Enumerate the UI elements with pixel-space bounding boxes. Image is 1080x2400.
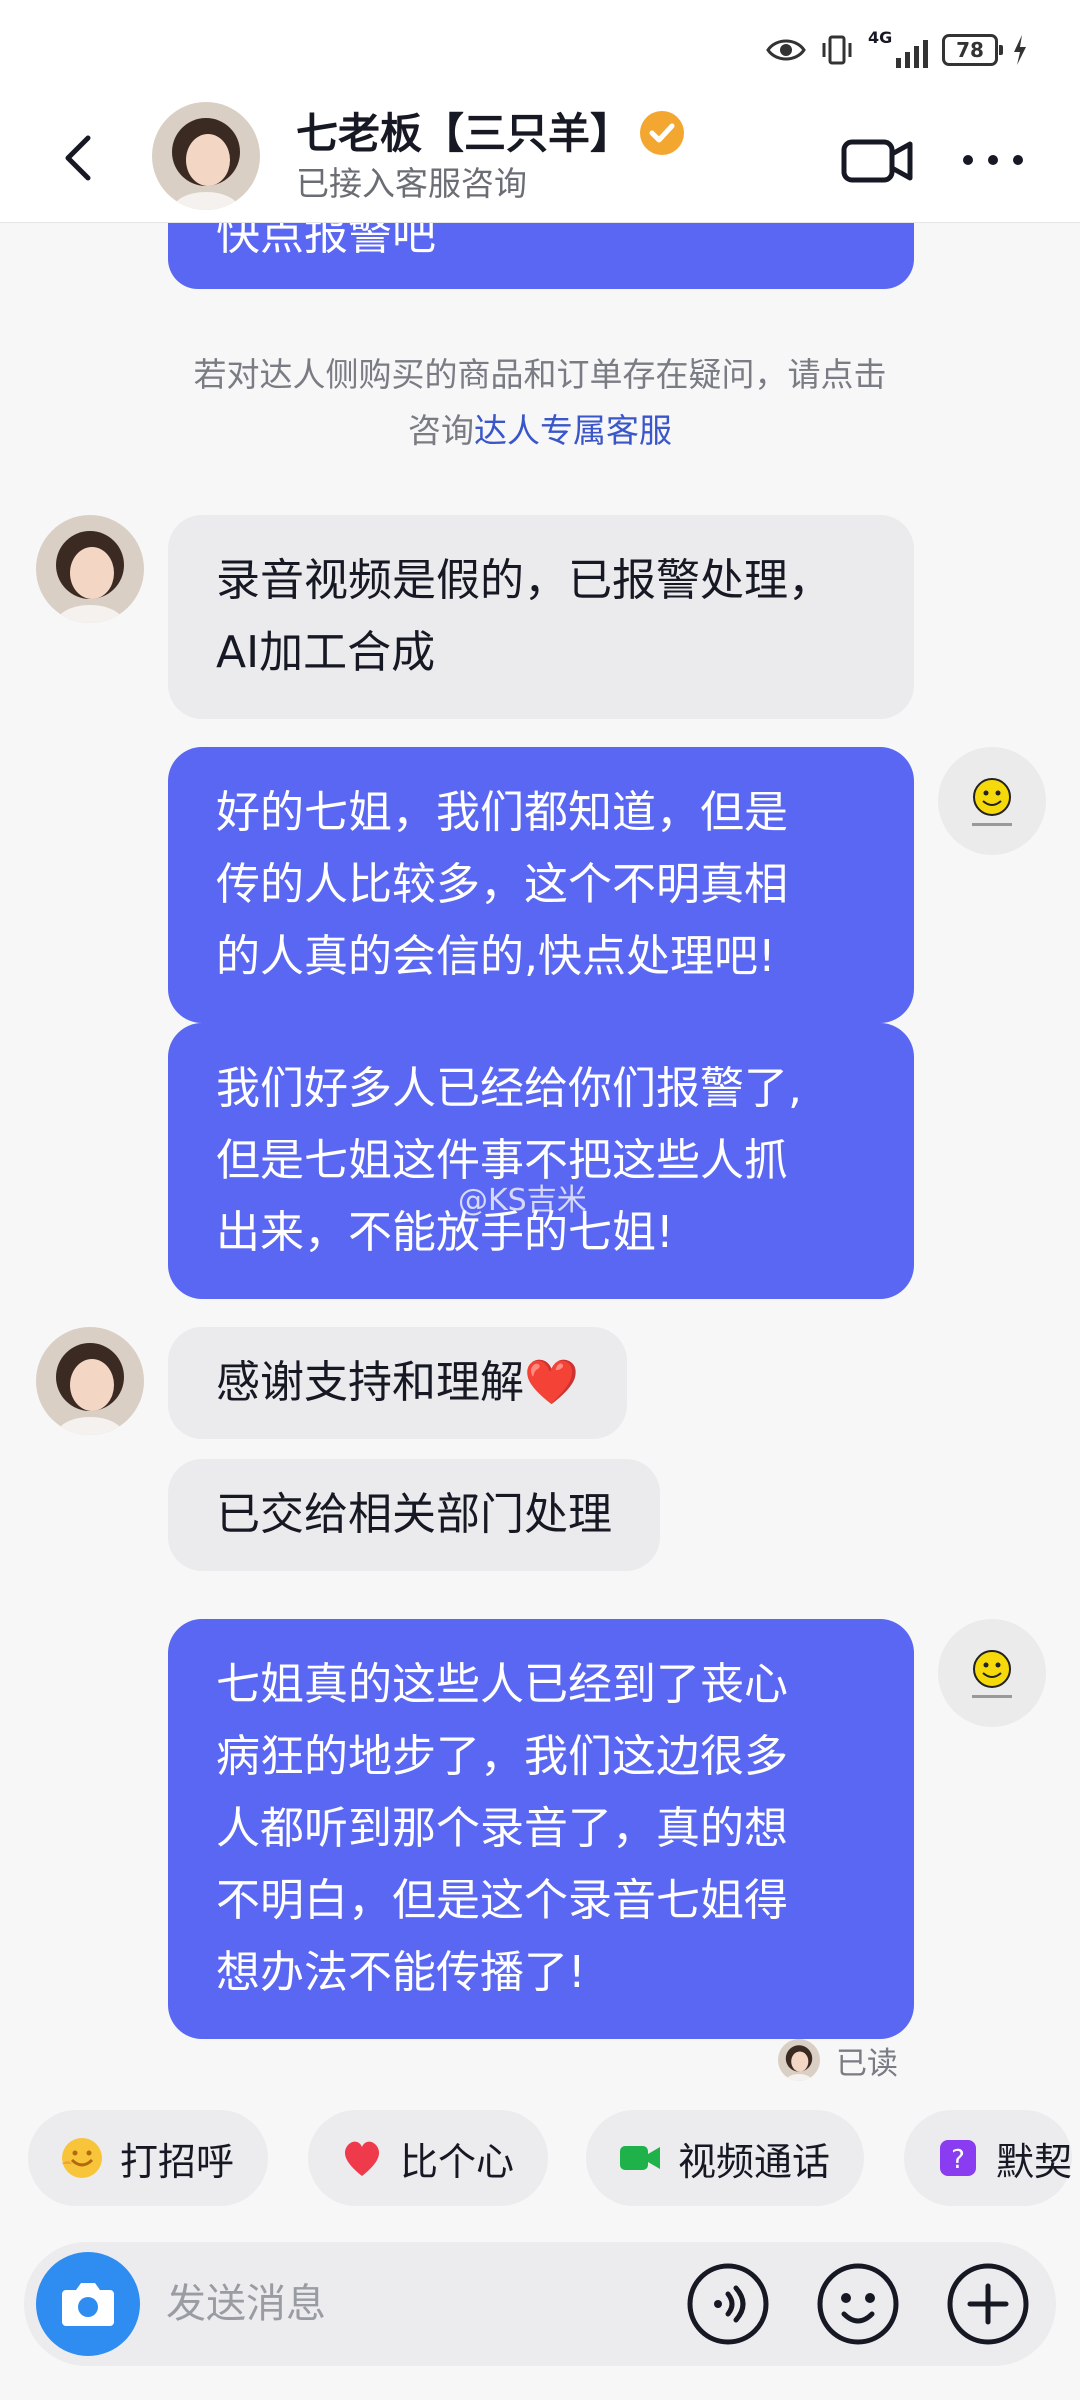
contact-avatar[interactable] [152,102,260,210]
back-arrow-icon[interactable] [50,128,110,188]
reader-avatar [778,2039,820,2081]
message-line: 感谢支持和理解❤️ [216,1357,579,1408]
message-line: 七姐真的这些人已经到了丧心 [216,1659,788,1710]
chat-header: 七老板【三只羊】 已接入客服咨询 [0,100,1080,223]
notice-prefix: 咨询 [408,411,474,450]
contact-avatar[interactable] [36,1327,144,1435]
eye-icon [766,39,806,61]
contact-name-text: 七老板【三只羊】 [296,109,633,158]
charging-icon [1014,35,1026,65]
message-line: 的人真的会信的,快点处理吧! [216,931,776,982]
read-status: 已读 [836,2045,898,2082]
message-line: 想办法不能传播了! [216,1947,586,1998]
read-receipt: 已读 [778,2035,898,2083]
message-line: 好的七姐，我们都知道，但是 [216,787,788,838]
message-line: 录音视频是假的，已报警处理， [216,555,832,606]
camera-icon [62,2283,114,2326]
quick-action-label: 视频通话 [678,2139,831,2184]
plus-icon[interactable] [944,2260,1032,2348]
message-bubble-sent: 好的七姐，我们都知道，但是 传的人比较多，这个不明真相 的人真的会信的,快点处理… [168,747,914,1023]
message-line: 已交给相关部门处理 [216,1489,612,1540]
my-avatar[interactable] [938,747,1046,855]
quick-action-heart[interactable]: 比个心 [308,2110,549,2206]
camera-button[interactable] [36,2252,140,2356]
message-input-bar: 发送消息 [24,2242,1056,2366]
network-type: 4G [868,28,893,47]
message-input[interactable]: 发送消息 [166,2272,326,2336]
emoji-icon[interactable] [814,2260,902,2348]
message-list[interactable]: 快点报警吧 若对达人侧购买的商品和订单存在疑问，请点击 咨询达人专属客服 录音视… [0,223,1080,2083]
my-avatar[interactable] [938,1619,1046,1727]
quick-action-tacit[interactable]: ? 默契 [904,2110,1073,2206]
verified-badge-icon [640,110,685,155]
more-options-icon[interactable] [958,130,1028,190]
signal-icon: 4G [868,30,928,70]
message-line: 我们好多人已经给你们报警了, [216,1063,802,1114]
wave-hand-icon [62,2138,102,2178]
quick-action-video[interactable]: 视频通话 [586,2110,865,2206]
video-call-icon[interactable] [840,130,916,190]
status-icons: 4G 78 [766,30,1028,70]
message-bubble-sent: 七姐真的这些人已经到了丧心 病狂的地步了，我们这边很多 人都听到那个录音了，真的… [168,1619,914,2039]
exclusive-service-link[interactable]: 达人专属客服 [474,411,672,450]
contact-status: 已接入客服咨询 [296,164,527,203]
quick-actions-bar[interactable]: 打招呼 比个心 视频通话 ? 默契 [0,2110,1080,2210]
message-line: 不明白，但是这个录音七姐得 [216,1875,788,1926]
question-box-icon: ? [940,2140,976,2176]
quick-action-label: 默契 [996,2139,1073,2184]
message-bubble-received: 录音视频是假的，已报警处理， AI加工合成 [168,515,914,719]
battery-icon: 78 [942,34,1003,66]
message-text: 快点报警吧 [216,223,436,260]
message-bubble-received: 感谢支持和理解❤️ [168,1327,627,1439]
notice-text: 若对达人侧购买的商品和订单存在疑问，请点击 [193,355,887,394]
vibrate-icon [822,35,852,65]
message-line: 传的人比较多，这个不明真相 [216,859,788,910]
video-call-icon [620,2146,660,2170]
message-bubble-sent: 快点报警吧 [168,223,914,289]
quick-action-label: 打招呼 [120,2139,235,2184]
heart-icon [344,2141,380,2176]
message-line: AI加工合成 [216,627,436,678]
service-notice: 若对达人侧购买的商品和订单存在疑问，请点击 咨询达人专属客服 [120,347,960,459]
contact-avatar[interactable] [36,515,144,623]
message-line: 人都听到那个录音了，真的想 [216,1803,788,1854]
quick-action-greet[interactable]: 打招呼 [28,2110,269,2206]
quick-action-label: 比个心 [400,2139,515,2184]
message-bubble-received: 已交给相关部门处理 [168,1459,660,1571]
svg-text:?: ? [951,2145,965,2175]
watermark: @KS吉米 [458,1183,587,1218]
status-bar: 4G 78 [0,0,1080,100]
message-bubble-sent: 我们好多人已经给你们报警了, 但是七姐这件事不把这些人抓 出来，不能放手的七姐! [168,1023,914,1299]
message-line: 病狂的地步了，我们这边很多 [216,1731,788,1782]
contact-name: 七老板【三只羊】 [296,106,685,162]
voice-input-icon[interactable] [684,2260,772,2348]
